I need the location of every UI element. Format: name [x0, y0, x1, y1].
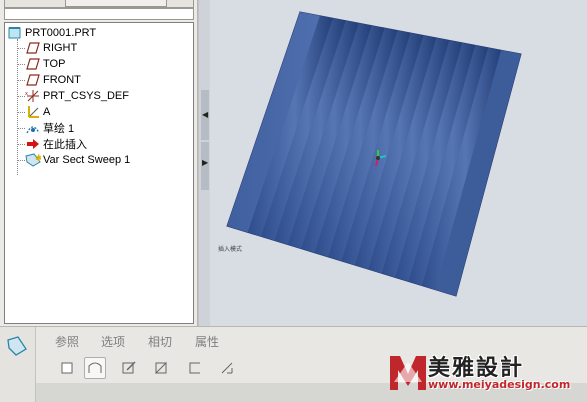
thicken-icon — [189, 362, 200, 374]
mode-status-label: 插入模式 — [218, 246, 243, 253]
tree-connector-line — [17, 39, 18, 175]
tab-tangency[interactable]: 相切 — [148, 333, 172, 350]
tree-item-label: Var Sect Sweep 1 — [43, 154, 131, 166]
tree-item-label: FRONT — [43, 74, 81, 86]
collapse-left-arrow-icon[interactable]: ◀ — [202, 110, 208, 119]
tree-connector — [17, 80, 25, 81]
tree-item-part[interactable]: PRT0001.PRT — [7, 25, 96, 41]
tree-connector — [17, 160, 25, 161]
constant-section-icon — [221, 362, 233, 374]
tree-item-label: 在此插入 — [43, 139, 87, 151]
csys-icon: x — [25, 89, 41, 103]
expand-right-arrow-icon[interactable]: ▶ — [202, 158, 208, 167]
tree-connector — [17, 112, 25, 113]
datum-plane-icon — [25, 41, 41, 55]
watermark-logo — [390, 356, 426, 390]
svg-text:x: x — [25, 91, 28, 97]
solid-button[interactable] — [56, 357, 78, 379]
tab-properties[interactable]: 属性 — [195, 333, 219, 350]
insert-here-arrow-icon — [25, 137, 41, 151]
corrugated-surface-model[interactable] — [210, 0, 587, 326]
panel-splitter[interactable]: ◀ ▶ — [198, 0, 210, 326]
var-sect-sweep-icon: ✱ — [25, 153, 41, 167]
tree-filter-row[interactable] — [4, 8, 194, 20]
part-icon — [7, 26, 23, 40]
tree-item-front-plane[interactable]: FRONT — [25, 72, 81, 88]
tree-item-label: 草绘 1 — [43, 123, 75, 135]
var-sect-sweep-icon — [6, 335, 28, 360]
model-tree: PRT0001.PRT RIGHT TOP FRONT x PRT_CSYS_D… — [4, 22, 194, 324]
surface-button[interactable] — [84, 357, 106, 379]
datum-plane-icon — [25, 57, 41, 71]
dashboard-feature-icon-area — [0, 327, 36, 402]
sketch-icon — [25, 121, 41, 135]
tree-item-csys[interactable]: x PRT_CSYS_DEF — [25, 88, 129, 104]
tree-item-sketch[interactable]: 草绘 1 — [25, 120, 74, 136]
sketch-section-icon — [122, 361, 136, 374]
tree-connector — [17, 128, 25, 129]
remove-material-button[interactable] — [150, 357, 172, 379]
tree-item-label: RIGHT — [43, 42, 78, 54]
solid-icon — [61, 362, 73, 374]
thicken-button[interactable] — [184, 357, 206, 379]
remove-material-icon — [154, 361, 167, 374]
tab-options[interactable]: 选项 — [101, 333, 125, 350]
surface-icon — [88, 362, 102, 373]
tree-item-var-sect-sweep[interactable]: ✱ Var Sect Sweep 1 — [25, 152, 130, 168]
tree-header-strip — [4, 0, 194, 8]
tree-item-label: PRT_CSYS_DEF — [43, 90, 129, 102]
constant-section-button[interactable] — [216, 357, 238, 379]
tree-connector — [17, 96, 25, 97]
datum-plane-icon — [25, 73, 41, 87]
tree-item-label: A — [43, 106, 51, 118]
tree-header-tab[interactable] — [65, 0, 167, 7]
svg-text:✱: ✱ — [35, 154, 41, 164]
watermark: 美雅設計 www.meiyadesign.com — [388, 350, 587, 402]
tree-item-right-plane[interactable]: RIGHT — [25, 40, 77, 56]
sketch-section-button[interactable] — [118, 357, 140, 379]
tree-item-axis-a[interactable]: A — [25, 104, 50, 120]
tree-item-label: TOP — [43, 58, 66, 70]
tree-connector — [17, 48, 25, 49]
tree-item-label: PRT0001.PRT — [25, 27, 97, 39]
model-tree-panel: PRT0001.PRT RIGHT TOP FRONT x PRT_CSYS_D… — [0, 0, 198, 326]
graphics-viewport[interactable]: 插入模式 — [210, 0, 587, 326]
datum-axis-icon — [25, 105, 41, 119]
watermark-url: www.meiyadesign.com — [428, 378, 571, 391]
tree-connector — [17, 144, 25, 145]
tab-references[interactable]: 参照 — [55, 333, 79, 350]
tree-connector — [17, 64, 25, 65]
tree-item-top-plane[interactable]: TOP — [25, 56, 65, 72]
tree-item-insert-here[interactable]: 在此插入 — [25, 136, 87, 152]
